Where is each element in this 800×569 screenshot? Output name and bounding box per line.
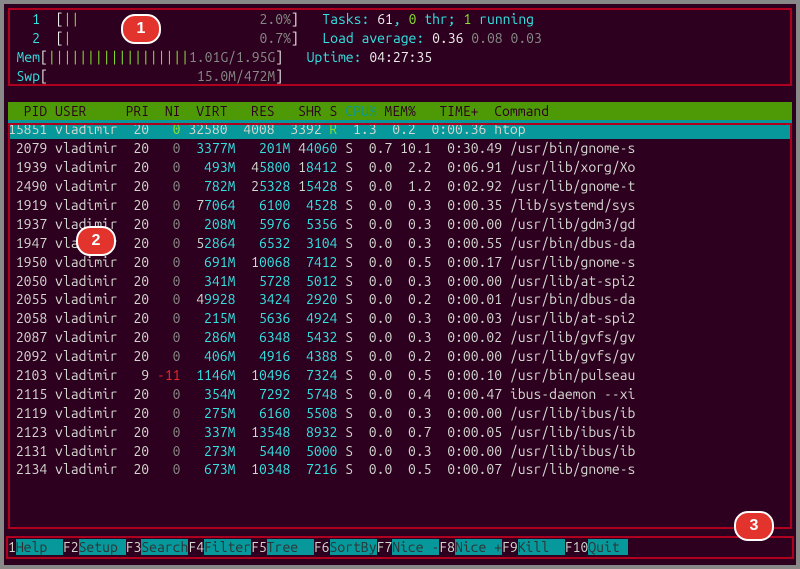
cpu2-bar: | [64,29,72,48]
cpu1-label: 1 [8,10,40,29]
table-row[interactable]: 2058 vladimir 20 0 215M 5636 4924 S 0.0 … [8,309,792,328]
swp-text: 15.0M/472M [197,67,275,86]
table-row[interactable]: 1947 vladimir 20 0 52864 6532 3104 S 0.0… [8,234,792,253]
fkey-F8: F8 [439,539,455,555]
fkey-F5: F5 [251,539,267,555]
process-header[interactable]: PID USER PRI NI VIRT RES SHR S CPU% MEM%… [8,102,792,121]
col-virt[interactable]: VIRT [188,103,227,119]
cpu2-label: 2 [8,29,40,48]
table-row[interactable]: 2119 vladimir 20 0 275M 6160 5508 S 0.0 … [8,404,792,423]
process-list[interactable]: 15851 vladimir 20 0 32580 4008 3392 R 1.… [8,120,792,479]
table-row[interactable]: 2131 vladimir 20 0 273M 5440 5000 S 0.0 … [8,442,792,461]
callout-badge-2: 2 [76,226,116,256]
fkey-F6: F6 [314,539,330,555]
table-row[interactable]: 1919 vladimir 20 0 77064 6100 4528 S 0.0… [8,196,792,215]
table-row[interactable]: 2087 vladimir 20 0 286M 6348 5432 S 0.0 … [8,328,792,347]
fkey-F4: F4 [188,539,204,555]
mem-label: Mem [8,48,40,67]
col-shr[interactable]: SHR [282,103,321,119]
swp-meter: Swp[ 15.0M/472M] [8,67,792,86]
cpu1-pct: 2.0% [260,10,291,29]
la1: 0.36 [432,29,463,48]
callout-badge-1: 1 [121,14,161,44]
run-count: 1 [463,10,471,29]
table-row[interactable]: 15851 vladimir 20 0 32580 4008 3392 R 1.… [8,120,792,139]
tasks-label: Tasks: [322,10,377,29]
mem-text: 1.01G/1.95G [189,48,275,67]
fkey-F8-label[interactable]: Nice + [455,539,502,555]
table-row[interactable]: 1937 vladimir 20 0 208M 5976 5356 S 0.0 … [8,215,792,234]
la3: 0.03 [511,29,542,48]
table-row[interactable]: 2490 vladimir 20 0 782M 25328 15428 S 0.… [8,177,792,196]
col-cmd[interactable]: Command [494,103,549,119]
fkey-F7: F7 [377,539,393,555]
table-row[interactable]: 2123 vladimir 20 0 337M 13548 8932 S 0.0… [8,423,792,442]
uptime-label: Uptime: [307,48,370,67]
table-row[interactable]: 2092 vladimir 20 0 406M 4916 4388 S 0.0 … [8,347,792,366]
table-row[interactable]: 2050 vladimir 20 0 341M 5728 5012 S 0.0 … [8,272,792,291]
fkey-F2-label[interactable]: Setup [79,539,126,555]
cpu2-pct: 0.7% [260,29,291,48]
table-row[interactable]: 2134 vladimir 20 0 673M 10348 7216 S 0.0… [8,460,792,479]
table-row[interactable]: 2055 vladimir 20 0 49928 3424 2920 S 0.0… [8,290,792,309]
cpu1-bar: || [64,10,80,29]
col-ni[interactable]: NI [157,103,181,119]
tasks-count: 61 [377,10,393,29]
la2: 0.08 [471,29,502,48]
col-cpu[interactable]: CPU% [345,103,376,119]
mem-bar: |||||||||||||||||| [48,48,189,67]
uptime-value: 04:27:35 [369,48,432,67]
fkey-F10: F10 [565,539,589,555]
fkey-F9: F9 [502,539,518,555]
table-row[interactable]: 1950 vladimir 20 0 691M 10068 7412 S 0.0… [8,253,792,272]
swp-label: Swp [8,67,40,86]
loadavg-label: Load average: [322,29,432,48]
table-row[interactable]: 2079 vladimir 20 0 3377M 201M 44060 S 0.… [8,139,792,158]
fkey-F5-label[interactable]: Tree [267,539,314,555]
fkey-F9-label[interactable]: Kill [518,539,565,555]
thr-count: 0 [409,10,417,29]
mem-meter: Mem[||||||||||||||||||1.01G/1.95G] Uptim… [8,48,792,67]
col-mem[interactable]: MEM% [384,103,415,119]
col-pid[interactable]: PID [8,103,47,119]
fkey-1: 1 [8,539,16,555]
fkey-F4-label[interactable]: Filter [204,539,251,555]
fkey-F6-label[interactable]: SortBy [330,539,377,555]
col-time[interactable]: TIME+ [424,103,487,119]
fkey-F7-label[interactable]: Nice - [392,539,439,555]
callout-badge-3: 3 [734,511,774,541]
col-user[interactable]: USER [55,103,86,119]
table-row[interactable]: 2103 vladimir 9 -11 1146M 10496 7324 S 0… [8,366,792,385]
col-pri[interactable]: PRI [126,103,150,119]
fkey-1-label[interactable]: Help [16,539,63,555]
table-row[interactable]: 2115 vladimir 20 0 354M 7292 5748 S 0.0 … [8,385,792,404]
table-row[interactable]: 1939 vladimir 20 0 493M 45800 18412 S 0.… [8,158,792,177]
htop-terminal[interactable]: 1 [|| 2.0%] Tasks: 61, 0 thr; 1 running … [4,4,796,479]
col-res[interactable]: RES [235,103,274,119]
fkey-F3: F3 [126,539,142,555]
col-s[interactable]: S [330,103,338,119]
fkey-F2: F2 [63,539,79,555]
fkey-F10-label[interactable]: Quit [588,539,627,555]
fkey-F3-label[interactable]: Search [141,539,188,555]
function-key-bar[interactable]: 1Help F2Setup F3SearchF4FilterF5Tree F6S… [8,538,792,557]
